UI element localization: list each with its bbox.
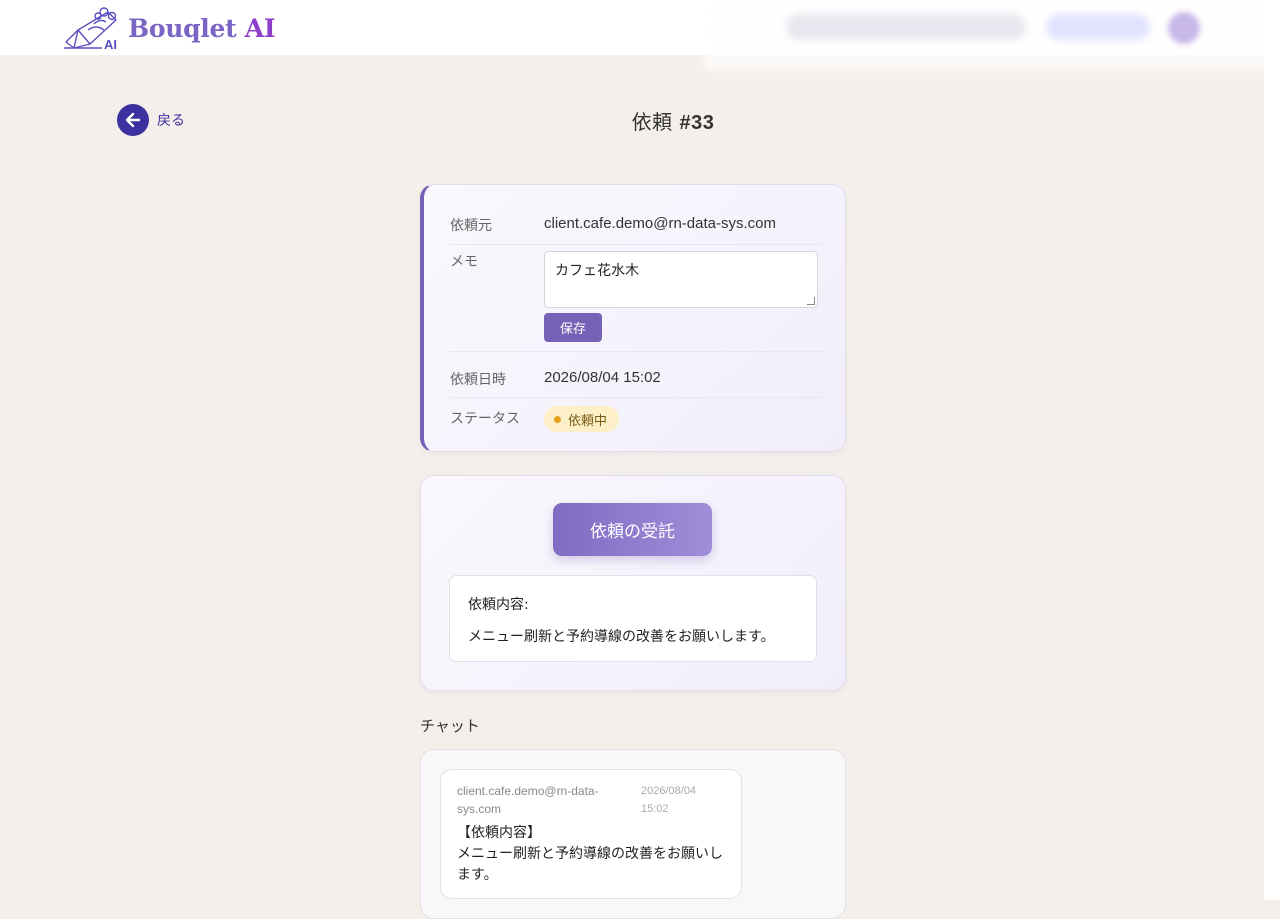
- back-button[interactable]: 戻る: [117, 104, 185, 136]
- request-info-card: 依頼元 client.cafe.demo@rn-data-sys.com メモ …: [420, 184, 846, 452]
- brand-logo[interactable]: AI Bouqlet AI: [64, 4, 276, 52]
- status-label: ステータス: [450, 411, 520, 427]
- app-header: AI Bouqlet AI: [0, 0, 1280, 72]
- accept-card: 依頼の受託 依頼内容: メニュー刷新と予約導線の改善をお願いします。: [420, 475, 846, 691]
- memo-row: メモ カフェ花水木 保存: [450, 251, 822, 352]
- logo-mark-text: AI: [104, 37, 117, 52]
- status-value: 依頼中: [568, 413, 608, 429]
- date-label: 依頼日時: [450, 372, 506, 388]
- client-value: client.cafe.demo@rn-data-sys.com: [544, 215, 776, 232]
- accept-request-button[interactable]: 依頼の受託: [553, 503, 712, 556]
- brand-name: Bouqlet AI: [128, 13, 276, 43]
- message-text: メニュー刷新と予約導線の改善をお願いします。: [457, 846, 723, 883]
- date-row: 依頼日時 2026/08/04 15:02: [450, 359, 822, 398]
- client-row: 依頼元 client.cafe.demo@rn-data-sys.com: [450, 215, 822, 245]
- content-body: メニュー刷新と予約導線の改善をお願いします。: [468, 629, 775, 645]
- resize-handle-icon[interactable]: [807, 297, 815, 305]
- blurred-avatar: [1168, 12, 1200, 44]
- request-content-box: 依頼内容: メニュー刷新と予約導線の改善をお願いします。: [449, 575, 817, 662]
- content-title: 依頼内容:: [468, 597, 529, 613]
- message-sender: client.cafe.demo@rn-data-sys.com: [457, 784, 599, 816]
- chat-heading: チャット: [420, 717, 480, 735]
- arrow-left-icon: [117, 104, 149, 136]
- chat-message: client.cafe.demo@rn-data-sys.com 2026/08…: [440, 769, 742, 899]
- client-label: 依頼元: [450, 218, 492, 234]
- page-title: 依頼 #33: [631, 110, 715, 134]
- bouquet-icon: AI: [64, 4, 120, 52]
- date-value: 2026/08/04 15:02: [544, 369, 661, 386]
- message-body: 【依頼内容】 メニュー刷新と予約導線の改善をお願いします。: [457, 823, 729, 886]
- page-edge: [1264, 55, 1280, 900]
- memo-label: メモ: [450, 254, 478, 270]
- status-row: ステータス 依頼中: [450, 398, 822, 438]
- dot-icon: [554, 415, 561, 423]
- back-label: 戻る: [157, 113, 185, 129]
- chat-panel[interactable]: client.cafe.demo@rn-data-sys.com 2026/08…: [420, 749, 846, 919]
- memo-value: カフェ花水木: [555, 263, 639, 279]
- message-heading: 【依頼内容】: [457, 825, 541, 841]
- blurred-search-field: [786, 14, 1026, 40]
- save-button[interactable]: 保存: [544, 313, 602, 342]
- memo-textarea[interactable]: カフェ花水木: [544, 251, 818, 308]
- blurred-nav-button: [1046, 14, 1150, 40]
- message-time: 2026/08/04 15:02: [641, 785, 697, 815]
- status-badge: 依頼中: [544, 406, 620, 432]
